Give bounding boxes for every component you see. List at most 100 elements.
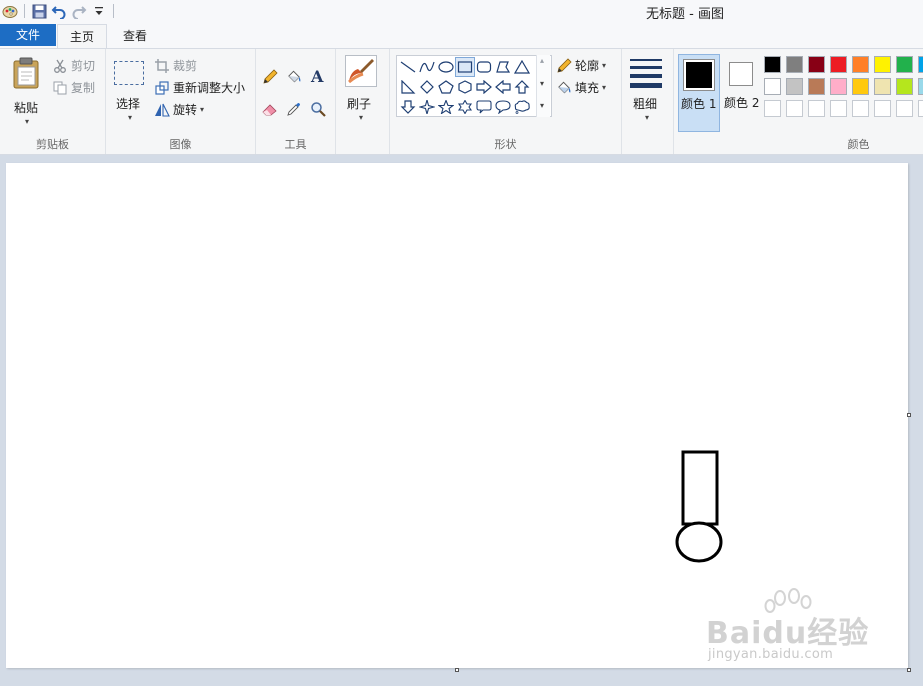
shape-polygon-icon[interactable] [493, 57, 513, 77]
redo-icon[interactable] [71, 3, 87, 19]
palette-swatch[interactable] [764, 78, 781, 95]
shape-oval-callout-icon[interactable] [493, 97, 513, 117]
palette-swatch[interactable] [896, 56, 913, 73]
color-picker-icon[interactable] [286, 101, 302, 117]
resize-handle-corner[interactable] [907, 668, 911, 672]
palette-swatch[interactable] [852, 56, 869, 73]
shape-up-arrow-icon[interactable] [512, 77, 532, 97]
crop-button[interactable]: 裁剪 [154, 57, 197, 74]
shape-diamond-icon[interactable] [417, 77, 437, 97]
palette-swatch[interactable] [764, 56, 781, 73]
drawn-rectangle [681, 450, 719, 526]
palette-swatch[interactable] [896, 78, 913, 95]
color2-button[interactable]: 颜色 2 [722, 54, 764, 132]
shape-oval-icon[interactable] [436, 57, 456, 77]
shape-curve-icon[interactable] [417, 57, 437, 77]
palette-swatch[interactable] [852, 100, 869, 117]
shape-rectangle-icon[interactable] [455, 57, 475, 77]
shape-triangle-icon[interactable] [512, 57, 532, 77]
save-icon[interactable] [31, 3, 47, 19]
fill-bucket-icon[interactable] [286, 69, 302, 85]
palette-swatch[interactable] [852, 78, 869, 95]
palette-swatch[interactable] [918, 56, 923, 73]
shape-cloud-callout-icon[interactable] [512, 97, 532, 117]
color2-label: 颜色 2 [724, 96, 760, 110]
clipboard-group-label: 剪贴板 [36, 138, 69, 151]
cut-button[interactable]: 剪切 [52, 57, 95, 74]
tab-home[interactable]: 主页 [57, 24, 107, 49]
scroll-up-icon[interactable]: ▴ [540, 56, 544, 65]
eraser-icon[interactable] [262, 101, 278, 117]
resize-button[interactable]: 重新调整大小 [154, 79, 245, 96]
shape-left-arrow-icon[interactable] [493, 77, 513, 97]
magnifier-icon[interactable] [310, 101, 326, 117]
palette-swatch[interactable] [764, 100, 781, 117]
select-rectangle-icon [114, 61, 144, 85]
palette-swatch[interactable] [808, 100, 825, 117]
copy-button[interactable]: 复制 [52, 79, 95, 96]
palette-swatch[interactable] [918, 100, 923, 117]
tab-file[interactable]: 文件 [0, 24, 56, 46]
palette-swatch[interactable] [808, 78, 825, 95]
palette-swatch[interactable] [874, 56, 891, 73]
palette-swatch[interactable] [830, 78, 847, 95]
rotate-button[interactable]: 旋转 ▾ [154, 101, 204, 118]
palette-swatch[interactable] [786, 78, 803, 95]
shapes-scrollbar[interactable]: ▴ ▾ ▾ [536, 55, 550, 117]
shape-down-arrow-icon[interactable] [398, 97, 418, 117]
resize-label: 重新调整大小 [173, 81, 246, 95]
group-size: 粗细 ▾ [622, 49, 674, 154]
undo-icon[interactable] [51, 3, 67, 19]
shape-rounded-rectangle-icon[interactable] [474, 57, 494, 77]
fill-icon [556, 80, 572, 96]
resize-handle-right[interactable] [907, 413, 911, 417]
palette-swatch[interactable] [830, 56, 847, 73]
outline-button[interactable]: 轮廓 ▾ [556, 57, 606, 74]
resize-handle-bottom[interactable] [455, 668, 459, 672]
watermark-logo-text: Baidu经验 [706, 616, 870, 651]
shape-four-point-star-icon[interactable] [417, 97, 437, 117]
shape-hexagon-icon[interactable] [455, 77, 475, 97]
palette-swatch[interactable] [918, 78, 923, 95]
palette-swatch[interactable] [896, 100, 913, 117]
group-tools: A 工具 [256, 49, 336, 154]
text-tool-icon[interactable]: A [311, 67, 323, 86]
paste-icon [12, 57, 40, 92]
palette-swatch[interactable] [830, 100, 847, 117]
brushes-button[interactable]: 刷子 ▾ [343, 55, 383, 127]
scroll-down-icon[interactable]: ▾ [540, 79, 544, 88]
size-button[interactable]: 粗细 ▾ [628, 55, 668, 127]
shape-rounded-callout-icon[interactable] [474, 97, 494, 117]
brushes-label: 刷子 [347, 97, 372, 111]
fill-button[interactable]: 填充 ▾ [556, 79, 606, 96]
shape-pentagon-icon[interactable] [436, 77, 456, 97]
group-colors: 颜色 1 颜色 2 颜色 [674, 49, 923, 154]
shape-right-arrow-icon[interactable] [474, 77, 494, 97]
palette-swatch[interactable] [786, 100, 803, 117]
group-brushes: 刷子 ▾ [336, 49, 390, 154]
rotate-label: 旋转 [173, 103, 198, 117]
outline-icon [556, 57, 572, 74]
color1-button[interactable]: 颜色 1 [678, 54, 720, 132]
palette-swatch[interactable] [786, 56, 803, 73]
paste-button[interactable]: 粘贴 ▾ [6, 53, 46, 127]
resize-icon [154, 80, 170, 96]
gallery-expand-icon[interactable]: ▾ [540, 101, 544, 110]
palette-swatch[interactable] [874, 78, 891, 95]
shape-line-icon[interactable] [398, 57, 418, 77]
pencil-icon[interactable] [262, 69, 278, 85]
shape-five-point-star-icon[interactable] [436, 97, 456, 117]
shape-right-triangle-icon[interactable] [398, 77, 418, 97]
palette-swatch[interactable] [874, 100, 891, 117]
group-shapes: ▴ ▾ ▾ 轮廓 ▾ 填充 ▾ 形状 [390, 49, 622, 154]
palette-swatch[interactable] [808, 56, 825, 73]
fill-dropdown-icon: ▾ [602, 83, 607, 92]
tab-view[interactable]: 查看 [112, 24, 158, 46]
paint-app-icon[interactable] [2, 3, 18, 19]
shape-six-point-star-icon[interactable] [455, 97, 475, 117]
colors-group-label: 颜色 [847, 138, 870, 151]
customize-qat-icon[interactable] [91, 3, 107, 19]
crop-icon [154, 58, 170, 74]
select-button[interactable]: 选择 ▾ [112, 57, 148, 127]
copy-label: 复制 [71, 81, 96, 95]
